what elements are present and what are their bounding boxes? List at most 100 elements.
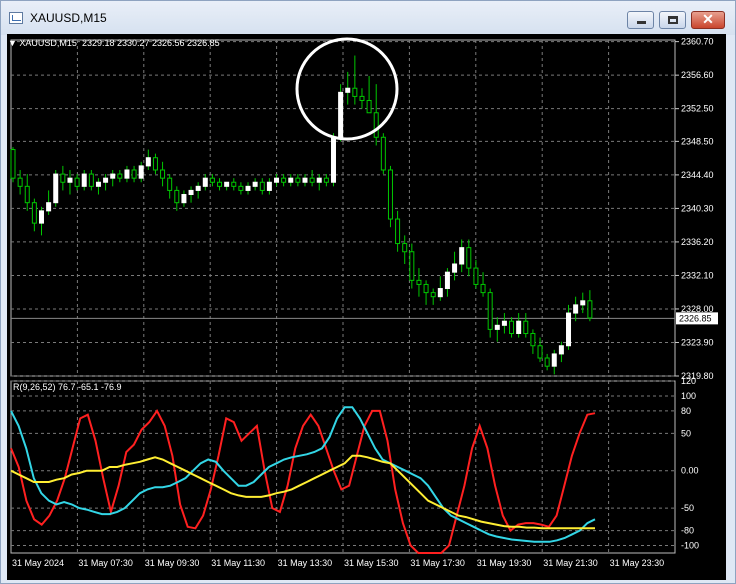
price-tick-label: 2323.90	[681, 337, 714, 347]
price-tick-label: 2348.50	[681, 136, 714, 146]
candle	[580, 292, 586, 314]
indicator-tick-label: -80	[681, 526, 694, 536]
symbol-label: ▼ XAUUSD,M15 2329.18 2330.27 2326.56 232…	[8, 38, 220, 48]
candle	[509, 317, 515, 338]
candle	[67, 169, 73, 195]
candle	[501, 313, 507, 334]
candle	[46, 190, 52, 215]
candle-body	[74, 177, 80, 187]
candle-body	[473, 267, 479, 285]
candle-body	[487, 292, 493, 330]
candle	[17, 169, 23, 195]
candle	[338, 84, 344, 142]
candle-body	[124, 169, 130, 179]
candle	[167, 174, 173, 199]
time-label: 31 May 2024	[12, 558, 64, 568]
candle	[195, 182, 201, 199]
indicator-label: R(9,26,52) 76.7 -65.1 -76.9	[13, 382, 122, 392]
candle	[160, 161, 166, 187]
indicator-tick-label: -100	[681, 541, 699, 551]
candle	[452, 251, 458, 281]
candle-body	[366, 99, 372, 114]
candle	[444, 268, 450, 297]
candle-body	[17, 177, 23, 187]
price-tick-label: 2340.30	[681, 203, 714, 213]
candle	[188, 186, 194, 203]
time-axis: 31 May 2024 31 May 07:30 31 May 09:30 31 Ma…	[12, 558, 664, 568]
candle-body	[202, 177, 208, 187]
candle-body	[330, 136, 336, 183]
candle	[380, 133, 386, 175]
indicator-tick-label: 0.00	[681, 466, 699, 476]
candle	[274, 174, 280, 187]
candle	[24, 174, 30, 211]
candle	[252, 178, 258, 191]
candle-body	[88, 173, 94, 187]
candle-body	[359, 95, 365, 101]
candle-body	[345, 87, 351, 93]
candle-body	[281, 177, 287, 183]
time-label: 31 May 13:30	[278, 558, 333, 568]
candle-body	[501, 320, 507, 326]
candle	[402, 235, 408, 264]
candle-body	[523, 320, 529, 334]
candle	[494, 317, 500, 342]
time-label: 31 May 11:30	[211, 558, 265, 568]
candle	[217, 178, 223, 191]
candle-body	[274, 177, 280, 183]
candle	[202, 174, 208, 191]
price-tick-label: 2344.40	[681, 170, 714, 180]
candle	[530, 329, 536, 354]
candle-body	[266, 181, 272, 191]
candle-body	[117, 173, 123, 179]
candle	[53, 169, 59, 207]
candle-body	[24, 185, 30, 204]
candle-body	[60, 173, 66, 183]
candle	[537, 337, 543, 363]
candle-body	[316, 177, 322, 183]
candle	[437, 276, 443, 301]
candle-body	[152, 157, 158, 171]
candle-body	[402, 243, 408, 253]
candle-body	[95, 181, 101, 187]
candle-body	[480, 283, 486, 294]
candle	[238, 182, 244, 195]
candle-body	[145, 157, 151, 167]
price-tick-label: 2336.20	[681, 237, 714, 247]
candle	[31, 198, 37, 232]
candle-body	[516, 320, 522, 334]
candle-body	[530, 332, 536, 347]
candle-body	[46, 202, 52, 212]
price-chart[interactable]: 2360.70 2356.60 2352.50 2348.50 2344.40 2340.…	[0, 0, 736, 584]
candle	[245, 182, 251, 195]
candle	[423, 280, 429, 305]
collapse-arrow-icon[interactable]: ▼	[8, 38, 19, 48]
candle	[558, 341, 564, 363]
candle-body	[466, 247, 472, 269]
candle-body	[53, 173, 59, 204]
candle-body	[309, 177, 315, 183]
candle-body	[252, 181, 258, 187]
candle	[395, 210, 401, 252]
candle	[345, 71, 351, 105]
indicator-tick-label: 80	[681, 406, 691, 416]
candle	[145, 149, 151, 170]
candle	[473, 259, 479, 289]
time-label: 31 May 17:30	[410, 558, 465, 568]
price-grid	[10, 39, 676, 377]
candle-body	[509, 320, 515, 334]
candle-body	[566, 312, 572, 347]
candle	[466, 239, 472, 277]
candle-body	[81, 173, 87, 187]
candle	[231, 178, 237, 191]
candle-body	[409, 251, 415, 281]
candle-body	[587, 300, 593, 319]
candle	[551, 349, 557, 375]
candle	[359, 88, 365, 109]
candle-body	[302, 177, 308, 183]
candle	[38, 206, 44, 236]
price-tick-label: 2352.50	[681, 104, 714, 114]
candle-body	[452, 263, 458, 273]
candle	[330, 133, 336, 187]
candle	[523, 313, 529, 338]
